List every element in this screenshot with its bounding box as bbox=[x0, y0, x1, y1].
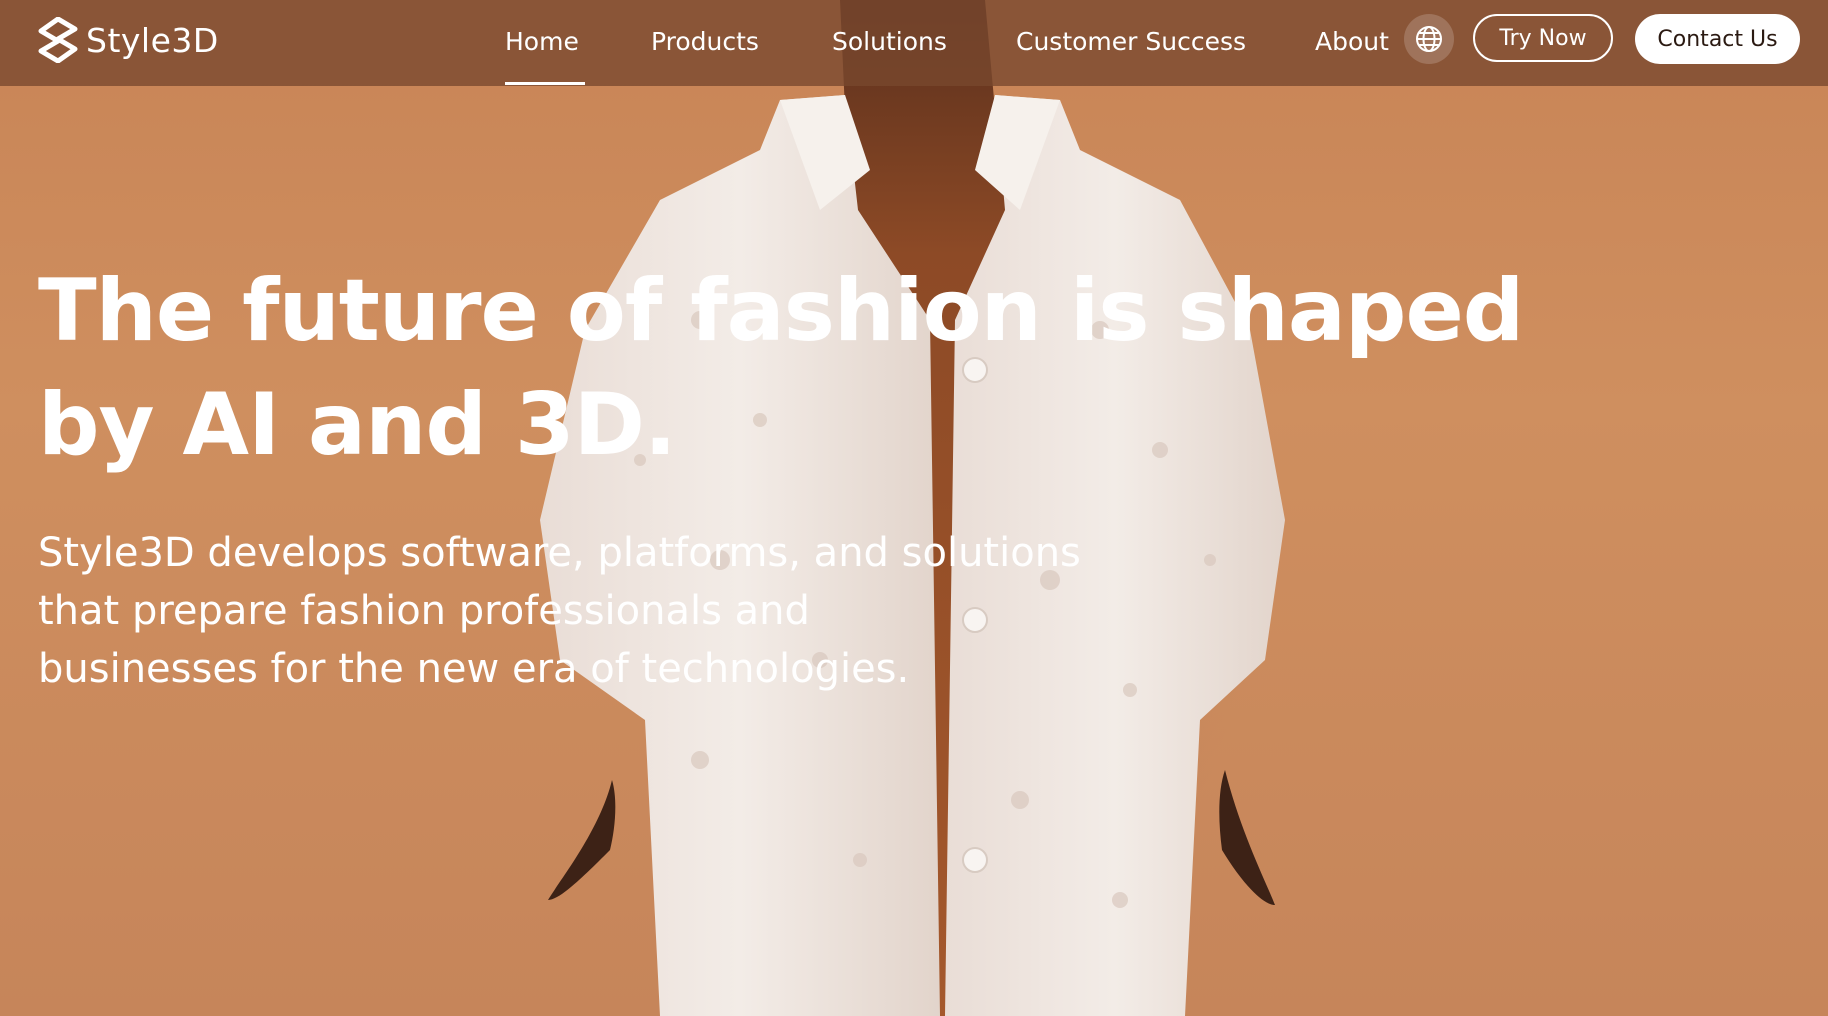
hero-background-image bbox=[540, 0, 1285, 1016]
hero-description: Style3D develops software, platforms, an… bbox=[38, 524, 1238, 698]
hero-description-line-3: businesses for the new era of technologi… bbox=[38, 646, 910, 692]
nav-home-active-indicator bbox=[505, 82, 585, 85]
language-button[interactable] bbox=[1404, 14, 1454, 64]
nav-customer-success[interactable]: Customer Success bbox=[1016, 22, 1246, 62]
style3d-logo-icon bbox=[38, 17, 78, 63]
hero-description-line-2: that prepare fashion professionals and bbox=[38, 588, 810, 634]
nav-products[interactable]: Products bbox=[651, 22, 759, 62]
hero-description-line-1: Style3D develops software, platforms, an… bbox=[38, 530, 1081, 576]
nav-home[interactable]: Home bbox=[505, 22, 579, 62]
contact-us-button[interactable]: Contact Us bbox=[1635, 14, 1800, 64]
brand-name: Style3D bbox=[86, 20, 219, 60]
hero-section: Style3D Home Products Solutions Customer… bbox=[0, 0, 1828, 1016]
hero-headline-line-2: by AI and 3D. bbox=[38, 375, 677, 475]
globe-icon bbox=[1416, 26, 1442, 52]
nav-about[interactable]: About bbox=[1315, 22, 1389, 62]
brand-logo[interactable]: Style3D bbox=[38, 14, 219, 66]
hero-headline-line-1: The future of fashion is shaped bbox=[38, 261, 1524, 361]
hero-headline: The future of fashion is shaped by AI an… bbox=[38, 254, 1578, 482]
top-navbar: Style3D Home Products Solutions Customer… bbox=[0, 0, 1828, 86]
try-now-button[interactable]: Try Now bbox=[1473, 14, 1613, 62]
nav-solutions[interactable]: Solutions bbox=[832, 22, 947, 62]
